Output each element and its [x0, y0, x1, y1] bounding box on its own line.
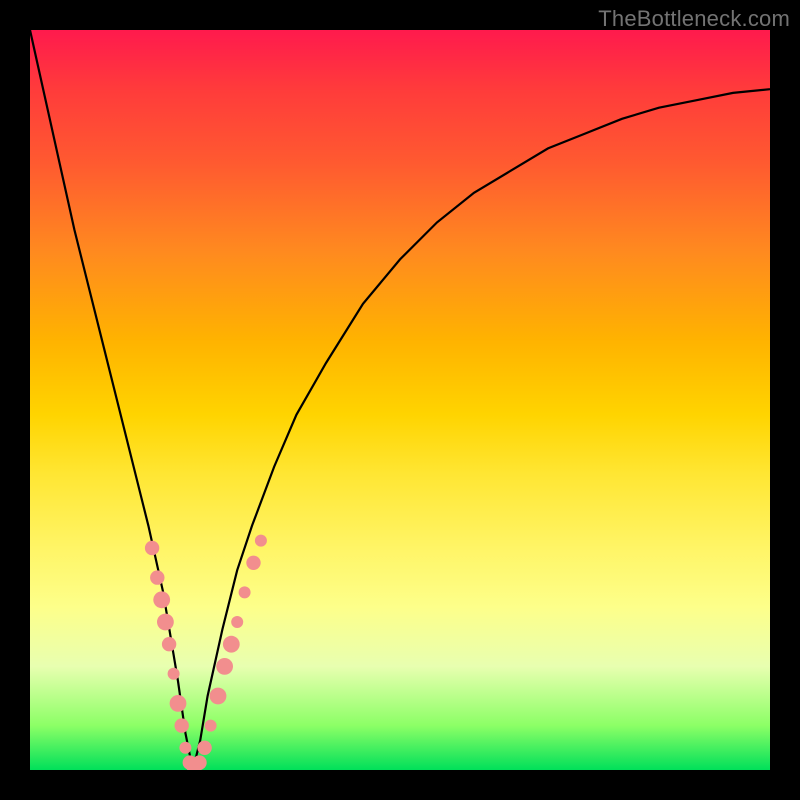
curve-marker: [162, 637, 176, 651]
curve-marker: [150, 570, 164, 584]
chart-frame: TheBottleneck.com: [0, 0, 800, 800]
curve-marker: [168, 668, 180, 680]
curve-marker: [170, 695, 187, 712]
curve-marker: [179, 742, 191, 754]
curve-marker: [157, 614, 174, 631]
curve-marker: [192, 755, 206, 769]
curve-marker: [205, 720, 217, 732]
chart-svg: [30, 30, 770, 770]
curve-marker: [255, 535, 267, 547]
curve-marker: [175, 718, 189, 732]
curve-marker: [210, 688, 227, 705]
plot-area: [30, 30, 770, 770]
curve-marker: [216, 658, 233, 675]
watermark-text: TheBottleneck.com: [598, 6, 790, 32]
curve-marker: [223, 636, 240, 653]
curve-marker: [153, 591, 170, 608]
curve-marker: [246, 556, 260, 570]
curve-marker: [231, 616, 243, 628]
bottleneck-curve: [30, 30, 770, 770]
curve-marker: [239, 586, 251, 598]
curve-marker: [145, 541, 159, 555]
marker-layer: [145, 535, 267, 770]
curve-marker: [197, 741, 211, 755]
